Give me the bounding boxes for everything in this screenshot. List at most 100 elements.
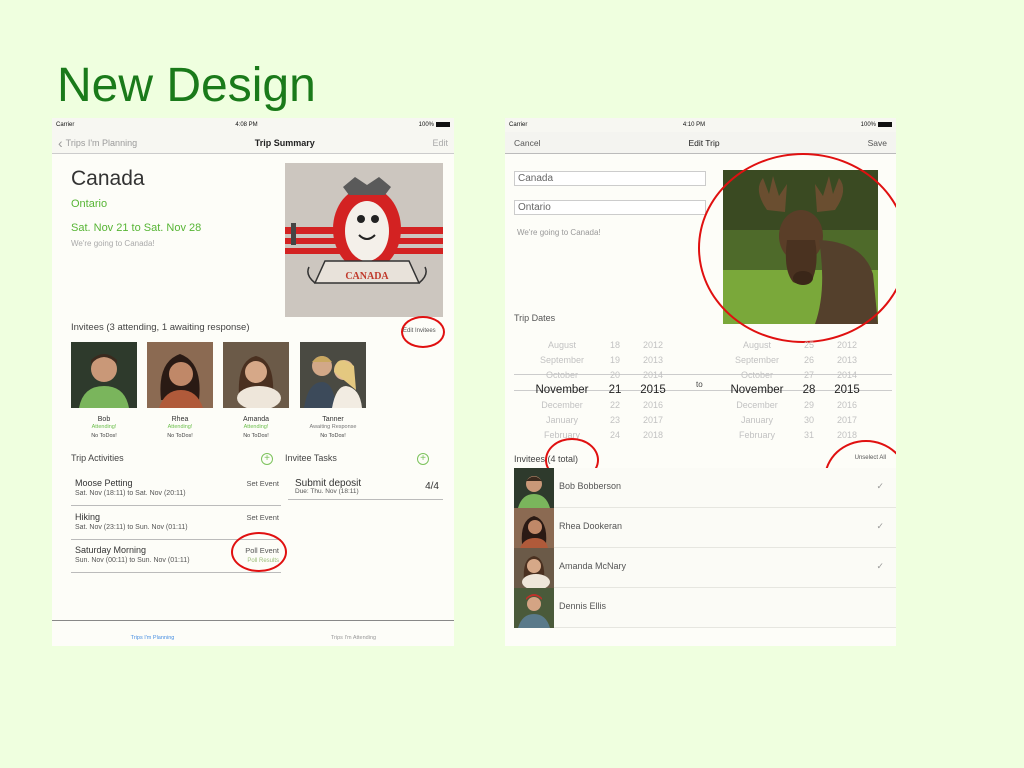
invitee-todos: No ToDos! [167, 433, 193, 439]
invitee-tasks-heading: Invitee Tasks [285, 453, 337, 463]
task-count: 4/4 [425, 481, 439, 492]
picker-option: 2012 [642, 340, 664, 350]
picker-option: September [734, 355, 780, 365]
task-row[interactable]: Submit deposit Due: Thu. Nov (18:11) 4/4 [288, 476, 443, 500]
checkmark-icon: ✓ [876, 561, 884, 571]
picker-option: October [545, 370, 578, 380]
invitee-name: Dennis Ellis [559, 601, 607, 611]
activity-row[interactable]: Moose Petting Sat. Nov (18:11) to Sat. N… [71, 478, 281, 506]
avatar [223, 342, 289, 410]
picker-option: August [547, 340, 577, 350]
avatar [71, 342, 137, 408]
plus-icon: + [420, 453, 426, 464]
trip-description-field[interactable]: We're going to Canada! [514, 225, 706, 300]
nav-bar: ‹ Trips I'm Planning Trip Summary Edit [52, 132, 454, 154]
list-item[interactable]: Bob Bobberson ✓ [514, 468, 896, 508]
highlight-circle [698, 153, 896, 343]
picker-option: 2017 [836, 415, 858, 425]
edit-button[interactable]: Edit [432, 138, 448, 148]
highlight-circle [231, 532, 287, 572]
set-event-button[interactable]: Set Event [246, 513, 279, 522]
tab-trips-planning[interactable]: Trips I'm Planning [52, 621, 253, 646]
nav-title: Edit Trip [688, 137, 720, 148]
list-item[interactable]: Dennis Ellis [514, 588, 896, 628]
end-year-wheel[interactable]: 2012 2013 2014 2015 2016 2017 2018 [829, 338, 865, 443]
picker-option: 19 [609, 355, 620, 365]
back-button[interactable]: ‹ Trips I'm Planning [58, 136, 137, 150]
picker-selected: 28 [802, 384, 816, 396]
picker-option: 30 [803, 415, 814, 425]
invitee-name: Amanda [242, 416, 270, 423]
picker-option: 2014 [642, 370, 664, 380]
picker-option: 27 [803, 370, 814, 380]
invitee-name: Amanda McNary [559, 561, 627, 571]
invitee-todos: No ToDos! [320, 433, 346, 439]
start-year-wheel[interactable]: 2012 2013 2014 2015 2016 2017 2018 [635, 338, 671, 443]
battery-icon [436, 121, 450, 127]
picker-option: 29 [803, 400, 814, 410]
invitee-card[interactable]: Rhea Attending! No ToDos! [147, 342, 213, 439]
trip-region-field[interactable]: Ontario [514, 200, 706, 215]
tab-bar: Trips I'm Planning Trips I'm Attending [52, 620, 454, 646]
start-month-wheel[interactable]: August September October November Decemb… [527, 338, 597, 443]
list-item[interactable]: Amanda McNary ✓ [514, 548, 896, 588]
save-button[interactable]: Save [868, 138, 887, 148]
picker-option: 2014 [836, 370, 858, 380]
end-day-wheel[interactable]: 25 26 27 28 29 30 31 [797, 338, 821, 443]
activity-name: Hiking [75, 512, 101, 522]
task-due: Due: Thu. Nov (18:11) [295, 488, 359, 495]
invitee-card[interactable]: Amanda Attending! No ToDos! [223, 342, 289, 439]
svg-text:CANADA: CANADA [345, 271, 389, 282]
picker-option: December [541, 400, 583, 410]
highlight-circle [401, 316, 445, 348]
nav-bar: Cancel Edit Trip Save [505, 132, 896, 154]
invitee-card[interactable]: Tanner Awaiting Response No ToDos! [300, 342, 366, 439]
trip-name: Canada [71, 167, 145, 190]
battery-icon [878, 121, 892, 127]
nav-title: Trip Summary [254, 137, 315, 148]
trip-description: We're going to Canada! [71, 239, 155, 248]
date-range-to-label: to [696, 380, 703, 389]
picker-selected: November [535, 384, 589, 396]
picker-option: January [740, 415, 774, 425]
list-item[interactable]: Rhea Dookeran ✓ [514, 508, 896, 548]
trip-summary-screen: Carrier 4:08 PM 100% ‹ Trips I'm Planning… [52, 118, 454, 646]
battery-indicator: 100% [860, 121, 892, 129]
invitee-card[interactable]: Bob Attending! No ToDos! [71, 342, 137, 439]
invitee-name: Tanner [322, 416, 344, 423]
checkmark-icon: ✓ [876, 521, 884, 531]
picker-option: 2013 [836, 355, 858, 365]
picker-option: October [740, 370, 773, 380]
cancel-button[interactable]: Cancel [514, 138, 540, 148]
invitee-status: Attending! [91, 424, 117, 430]
picker-option: 23 [609, 415, 620, 425]
end-month-wheel[interactable]: August September October November Decemb… [722, 338, 792, 443]
battery-indicator: 100% [419, 121, 450, 128]
tab-trips-attending[interactable]: Trips I'm Attending [253, 621, 454, 646]
picker-option: 18 [609, 340, 620, 350]
invitee-name: Bob Bobberson [559, 481, 622, 491]
invitee-status: Attending! [243, 424, 269, 430]
start-day-wheel[interactable]: 18 19 20 21 22 23 24 [603, 338, 627, 443]
trip-dates-label: Trip Dates [514, 313, 556, 323]
picker-option: January [545, 415, 579, 425]
trip-name-field[interactable]: Canada [514, 171, 706, 186]
picker-option: 2018 [642, 430, 664, 440]
avatar [514, 468, 554, 508]
battery-percent: 100% [860, 122, 876, 129]
trip-activities-heading: Trip Activities [71, 453, 124, 463]
avatar [514, 588, 554, 628]
trip-dates: Sat. Nov 21 to Sat. Nov 28 [71, 222, 202, 234]
activity-time: Sun. Nov (00:11) to Sun. Nov (01:11) [75, 557, 190, 564]
activity-time: Sat. Nov (23:11) to Sun. Nov (01:11) [75, 524, 188, 531]
slide-title: New Design [57, 59, 316, 112]
add-task-button[interactable]: + [417, 453, 429, 465]
add-activity-button[interactable]: + [261, 453, 273, 465]
checkmark-icon: ✓ [876, 481, 884, 491]
picker-option: August [742, 340, 772, 350]
avatar [514, 508, 554, 548]
picker-option: 31 [803, 430, 814, 440]
picker-option: 2016 [836, 400, 858, 410]
set-event-button[interactable]: Set Event [246, 479, 279, 488]
picker-option: 25 [803, 340, 814, 350]
